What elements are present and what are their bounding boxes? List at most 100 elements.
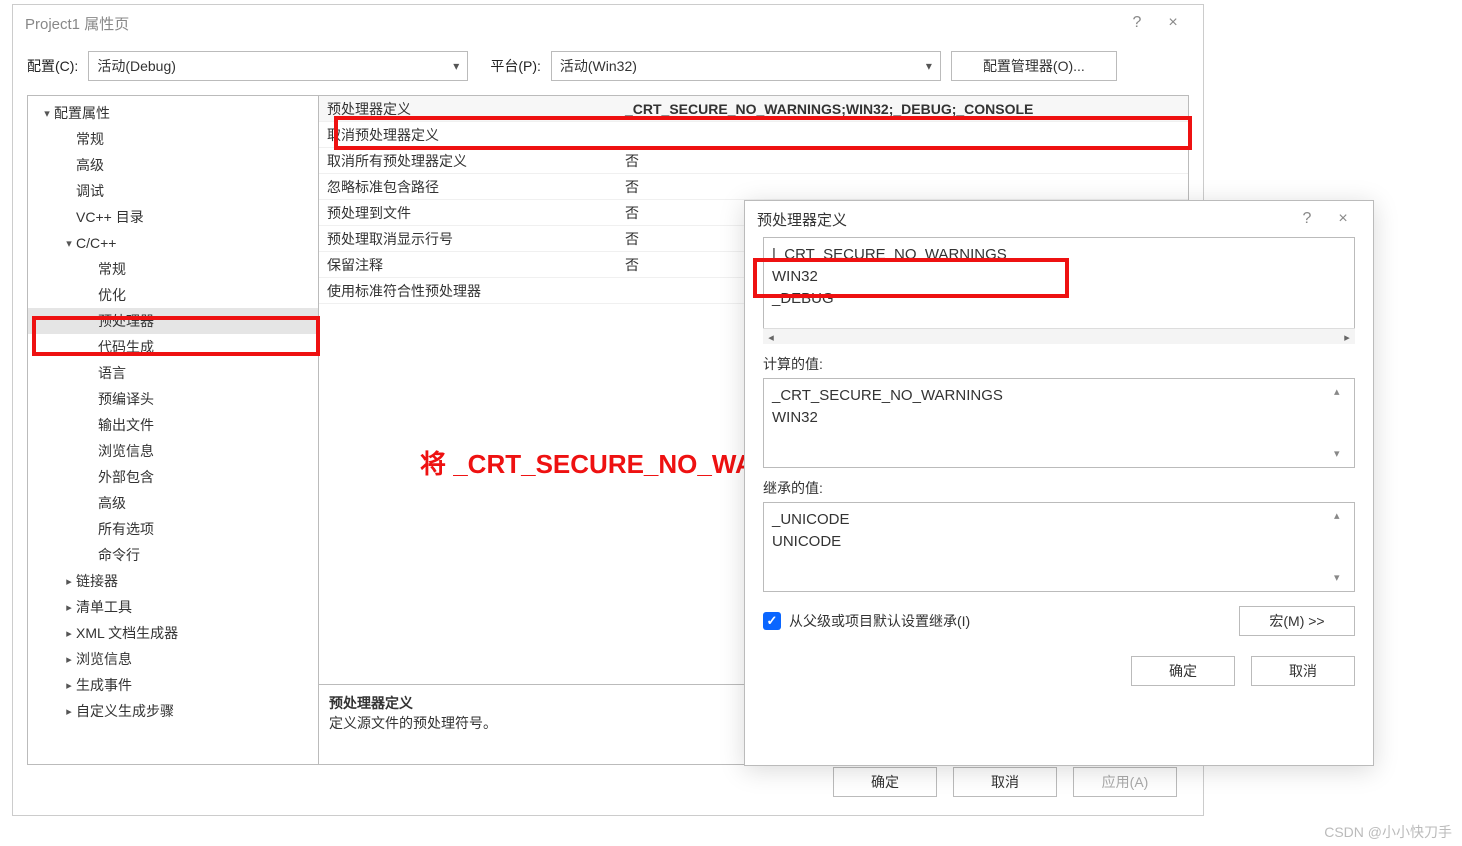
tree-item[interactable]: ▸清单工具 <box>28 594 318 620</box>
property-row[interactable]: 预处理器定义_CRT_SECURE_NO_WARNINGS;WIN32;_DEB… <box>319 96 1188 122</box>
tree-item[interactable]: VC++ 目录 <box>28 204 318 230</box>
expander-closed-icon[interactable]: ▸ <box>62 705 76 718</box>
property-value[interactable]: _CRT_SECURE_NO_WARNINGS;WIN32;_DEBUG;_CO… <box>617 101 1188 117</box>
property-row[interactable]: 取消预处理器定义 <box>319 122 1188 148</box>
tree-item-label: 外部包含 <box>98 467 154 487</box>
tree-item[interactable]: ▸生成事件 <box>28 672 318 698</box>
tree-item-label: 代码生成 <box>98 337 154 357</box>
config-label: 配置(C): <box>27 56 78 76</box>
tree-item[interactable]: 输出文件 <box>28 412 318 438</box>
tree-item[interactable]: 外部包含 <box>28 464 318 490</box>
property-name: 预处理器定义 <box>319 99 617 119</box>
inherit-from-parent-row[interactable]: ✓ 从父级或项目默认设置继承(I) 宏(M) >> <box>763 592 1355 644</box>
tree-item[interactable]: 命令行 <box>28 542 318 568</box>
ok-button[interactable]: 确定 <box>833 767 937 797</box>
tree-item[interactable]: 高级 <box>28 152 318 178</box>
tree-item[interactable]: 预编译头 <box>28 386 318 412</box>
property-row[interactable]: 取消所有预处理器定义否 <box>319 148 1188 174</box>
close-icon[interactable]: × <box>1325 210 1361 228</box>
tree-item[interactable]: ▸链接器 <box>28 568 318 594</box>
cancel-button[interactable]: 取消 <box>1251 656 1355 686</box>
scroll-down-icon[interactable]: ▾ <box>1334 567 1352 589</box>
horizontal-scrollbar[interactable]: ◂ ▸ <box>763 328 1355 344</box>
cancel-button[interactable]: 取消 <box>953 767 1057 797</box>
config-platform-row: 配置(C): 活动(Debug) ▾ 平台(P): 活动(Win32) ▾ 配置… <box>13 41 1203 95</box>
scroll-down-icon[interactable]: ▾ <box>1334 443 1352 465</box>
tree-item-label: 命令行 <box>98 545 140 565</box>
ok-button[interactable]: 确定 <box>1131 656 1235 686</box>
tree-item-label: 浏览信息 <box>98 441 154 461</box>
scroll-up-icon[interactable]: ▴ <box>1334 505 1352 527</box>
apply-button[interactable]: 应用(A) <box>1073 767 1177 797</box>
computed-values-box: _CRT_SECURE_NO_WARNINGS WIN32 ▴▾ <box>763 378 1355 468</box>
tree-item-label: 调试 <box>76 181 104 201</box>
config-value: 活动(Debug) <box>97 56 176 76</box>
tree-item-label: 语言 <box>98 363 126 383</box>
tree-item[interactable]: 常规 <box>28 126 318 152</box>
property-value[interactable]: 否 <box>617 177 1188 197</box>
tree-item[interactable]: 预处理器 <box>28 308 318 334</box>
tree-item-label: 链接器 <box>76 571 118 591</box>
tree-item-label: 预编译头 <box>98 389 154 409</box>
tree-item-label: 自定义生成步骤 <box>76 701 174 721</box>
tree-item-label: 高级 <box>76 155 104 175</box>
platform-label: 平台(P): <box>490 56 541 76</box>
tree-item-label: 常规 <box>76 129 104 149</box>
expander-closed-icon[interactable]: ▸ <box>62 653 76 666</box>
expander-closed-icon[interactable]: ▸ <box>62 575 76 588</box>
tree-item-label: 优化 <box>98 285 126 305</box>
watermark-text: CSDN @小小快刀手 <box>1324 822 1452 842</box>
tree-item[interactable]: ▾配置属性 <box>28 100 318 126</box>
checkbox-checked-icon[interactable]: ✓ <box>763 612 781 630</box>
help-icon[interactable]: ? <box>1119 14 1155 32</box>
tree-item[interactable]: 常规 <box>28 256 318 282</box>
popup-titlebar[interactable]: 预处理器定义 ? × <box>745 201 1373 237</box>
expander-closed-icon[interactable]: ▸ <box>62 601 76 614</box>
tree-item[interactable]: 语言 <box>28 360 318 386</box>
tree-item[interactable]: ▸浏览信息 <box>28 646 318 672</box>
popup-dialog-buttons: 确定 取消 <box>763 644 1355 702</box>
property-name: 使用标准符合性预处理器 <box>319 281 617 301</box>
property-row[interactable]: 忽略标准包含路径否 <box>319 174 1188 200</box>
platform-value: 活动(Win32) <box>560 56 637 76</box>
tree-item[interactable]: ▸XML 文档生成器 <box>28 620 318 646</box>
scroll-up-icon[interactable]: ▴ <box>1334 381 1352 403</box>
config-combo[interactable]: 活动(Debug) ▾ <box>88 51 468 81</box>
main-titlebar[interactable]: Project1 属性页 ? × <box>13 5 1203 41</box>
tree-item[interactable]: 代码生成 <box>28 334 318 360</box>
tree-item[interactable]: 调试 <box>28 178 318 204</box>
tree-item[interactable]: ▸自定义生成步骤 <box>28 698 318 724</box>
tree-item[interactable]: 高级 <box>28 490 318 516</box>
tree-item-label: 清单工具 <box>76 597 132 617</box>
property-name: 保留注释 <box>319 255 617 275</box>
tree-item[interactable]: 所有选项 <box>28 516 318 542</box>
tree-item-label: C/C++ <box>76 235 116 251</box>
category-tree[interactable]: ▾配置属性常规高级调试VC++ 目录▾C/C++常规优化预处理器代码生成语言预编… <box>27 95 319 765</box>
property-value[interactable]: 否 <box>617 151 1188 171</box>
expander-open-icon[interactable]: ▾ <box>40 107 54 120</box>
property-name: 取消预处理器定义 <box>319 125 617 145</box>
close-icon[interactable]: × <box>1155 14 1191 32</box>
tree-item-label: 输出文件 <box>98 415 154 435</box>
tree-item[interactable]: ▾C/C++ <box>28 230 318 256</box>
scroll-left-icon[interactable]: ◂ <box>763 329 779 345</box>
definitions-edit-box[interactable]: |_CRT_SECURE_NO_WARNINGS WIN32 _DEBUG <box>763 237 1355 329</box>
tree-item[interactable]: 优化 <box>28 282 318 308</box>
property-name: 预处理到文件 <box>319 203 617 223</box>
expander-open-icon[interactable]: ▾ <box>62 237 76 250</box>
property-name: 预处理取消显示行号 <box>319 229 617 249</box>
scroll-right-icon[interactable]: ▸ <box>1339 329 1355 345</box>
expander-closed-icon[interactable]: ▸ <box>62 679 76 692</box>
help-icon[interactable]: ? <box>1289 210 1325 228</box>
tree-item-label: 预处理器 <box>98 311 154 331</box>
property-name: 忽略标准包含路径 <box>319 177 617 197</box>
macro-button[interactable]: 宏(M) >> <box>1239 606 1355 636</box>
popup-title: 预处理器定义 <box>757 209 847 230</box>
tree-item-label: XML 文档生成器 <box>76 623 178 643</box>
tree-item[interactable]: 浏览信息 <box>28 438 318 464</box>
platform-combo[interactable]: 活动(Win32) ▾ <box>551 51 941 81</box>
config-manager-button[interactable]: 配置管理器(O)... <box>951 51 1117 81</box>
tree-item-label: 配置属性 <box>54 103 110 123</box>
expander-closed-icon[interactable]: ▸ <box>62 627 76 640</box>
computed-values-label: 计算的值: <box>763 354 1355 374</box>
